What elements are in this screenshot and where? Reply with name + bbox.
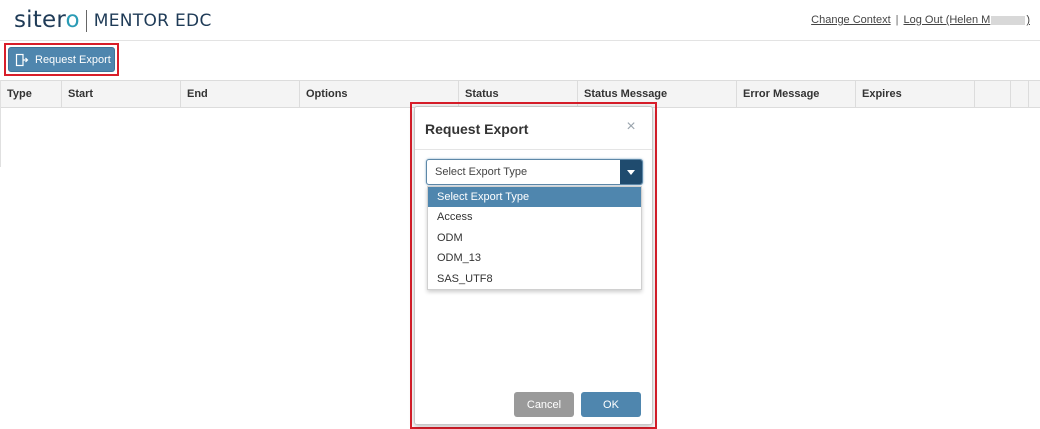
logo-wordmark: sitero	[14, 7, 80, 33]
request-export-dialog: Request Export × Select Export Type Sele…	[414, 106, 653, 425]
option-odm-13[interactable]: ODM_13	[428, 248, 641, 268]
dialog-title: Request Export	[425, 121, 529, 137]
change-context-link[interactable]: Change Context	[811, 14, 891, 26]
column-header-type[interactable]: Type	[1, 81, 62, 108]
column-header-start[interactable]: Start	[62, 81, 181, 108]
redacted-name	[991, 15, 1026, 25]
export-type-select[interactable]: Select Export Type	[426, 159, 643, 185]
app-header: sitero MENTOR EDC Change Context | Log O…	[0, 0, 1040, 41]
column-header-error-message[interactable]: Error Message	[737, 81, 856, 108]
request-export-label: Request Export	[35, 53, 111, 66]
column-header-end[interactable]: End	[181, 81, 300, 108]
logo-divider	[85, 10, 87, 32]
product-name: MENTOR EDC	[93, 11, 212, 31]
column-header-action-1	[975, 81, 1011, 108]
cancel-button[interactable]: Cancel	[514, 392, 574, 417]
option-sas-utf8[interactable]: SAS_UTF8	[428, 269, 641, 289]
chevron-down-icon[interactable]	[620, 160, 642, 184]
dialog-header: Request Export ×	[415, 107, 652, 150]
option-access[interactable]: Access	[428, 207, 641, 227]
export-type-select-value: Select Export Type	[435, 166, 528, 178]
column-header-action-2	[1011, 81, 1029, 108]
option-select-export-type[interactable]: Select Export Type	[428, 187, 641, 207]
request-export-button[interactable]: Request Export	[8, 47, 115, 72]
export-page: sitero MENTOR EDC Change Context | Log O…	[0, 0, 1040, 429]
close-icon[interactable]: ×	[624, 119, 638, 135]
option-odm[interactable]: ODM	[428, 228, 641, 248]
logout-link[interactable]: Log Out (Helen M)	[904, 14, 1031, 26]
export-icon	[15, 53, 29, 66]
column-header-expires[interactable]: Expires	[856, 81, 975, 108]
export-type-dropdown: Select Export Type Access ODM ODM_13 SAS…	[427, 186, 642, 290]
ok-button[interactable]: OK	[581, 392, 641, 417]
link-separator: |	[895, 14, 899, 26]
sitero-logo: sitero MENTOR EDC	[14, 6, 212, 36]
header-links: Change Context | Log Out (Helen M)	[811, 14, 1030, 26]
